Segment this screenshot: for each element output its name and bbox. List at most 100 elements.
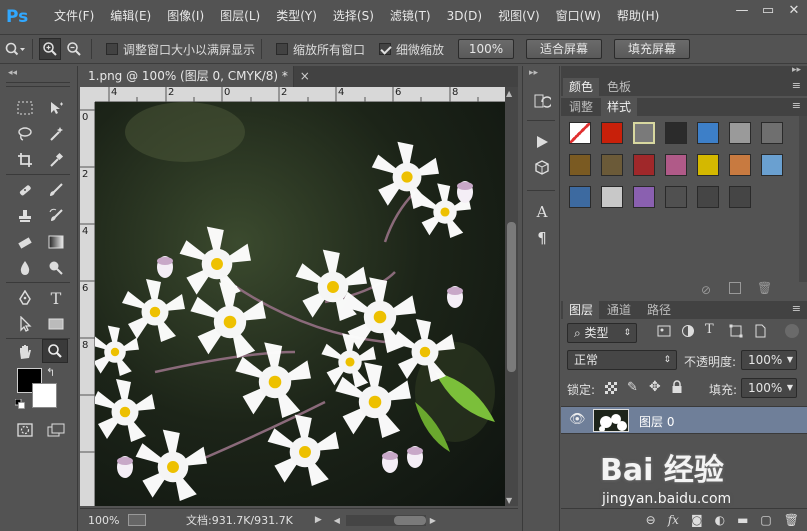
lock-position-icon[interactable]: ✥ [649,379,661,395]
style-swatch[interactable] [697,122,719,144]
crop-tool-icon[interactable] [12,148,38,172]
style-swatch[interactable] [569,122,591,144]
style-swatch[interactable] [761,154,783,176]
collapse-panels-icon[interactable]: ▸▸ [792,65,801,75]
tab-styles[interactable]: 样式 [601,98,638,116]
scrubby-zoom-checkbox[interactable]: 细微缩放 [379,41,444,58]
brush-tool-icon[interactable] [43,178,69,202]
layer-filter-dropdown[interactable]: ⌕ 类型 ⇕ [567,323,637,343]
filter-toggle-icon[interactable] [785,324,799,338]
menu-help[interactable]: 帮助(H) [609,0,667,33]
history-panel-icon[interactable] [531,92,553,112]
style-swatch[interactable] [665,122,687,144]
hscroll-thumb[interactable] [393,515,426,525]
fill-screen-button[interactable]: 填充屏幕 [614,39,691,59]
style-swatch[interactable] [665,154,687,176]
resize-windows-checkbox[interactable]: 调整窗口大小以满屏显示 [106,41,255,58]
tab-adjustments[interactable]: 调整 [563,98,599,116]
character-panel-icon[interactable]: A [531,202,553,222]
background-color-swatch[interactable] [32,383,57,408]
tab-channels[interactable]: 通道 [601,301,637,319]
delete-style-icon[interactable]: 🗑 [757,281,772,295]
vertical-ruler[interactable]: 0 2 4 6 8 [80,102,95,506]
menu-image[interactable]: 图像(I) [159,0,212,33]
swap-colors-icon[interactable]: ↰ [46,366,55,379]
style-swatch[interactable] [633,154,655,176]
menu-select[interactable]: 选择(S) [325,0,382,33]
ruler-origin[interactable] [80,87,95,102]
horizontal-ruler[interactable]: 4 2 0 2 4 6 8 [95,87,505,102]
move-tool-icon[interactable] [43,96,69,120]
eyedropper-icon[interactable] [43,148,69,172]
menu-window[interactable]: 窗口(W) [548,0,609,33]
zoom-tool-icon[interactable] [42,339,68,363]
panel-menu-icon[interactable]: ≡ [792,79,801,92]
panel-menu-icon[interactable]: ≡ [792,302,801,315]
fit-screen-button[interactable]: 适合屏幕 [526,39,603,59]
layer-row[interactable]: 👁 图层 0 [561,406,807,434]
panel-menu-icon[interactable]: ≡ [792,99,801,112]
screen-mode-icon[interactable] [43,418,69,442]
style-swatch[interactable] [729,154,751,176]
pixel-filter-icon[interactable] [657,324,671,338]
fill-input[interactable]: 100% ▼ [741,378,797,398]
opacity-input[interactable]: 100% ▼ [741,350,797,370]
adjustment-filter-icon[interactable] [681,324,695,338]
tab-swatches[interactable]: 色板 [601,78,637,96]
close-tab-icon[interactable]: × [300,69,310,83]
style-swatch[interactable] [569,186,591,208]
path-selection-icon[interactable] [12,312,38,336]
zoom-level[interactable]: 100% [88,514,128,527]
default-colors-icon[interactable] [14,398,25,409]
menu-type[interactable]: 类型(Y) [268,0,325,33]
style-swatch[interactable] [729,186,751,208]
dodge-tool-icon[interactable] [43,256,69,280]
lock-all-icon[interactable] [671,380,683,393]
document-tab[interactable]: 1.png @ 100% (图层 0, CMYK/8) * × [80,66,310,87]
minimize-button[interactable]: — [729,0,755,22]
tab-layers[interactable]: 图层 [563,301,600,319]
actions-panel-icon[interactable] [531,132,553,152]
lock-transparent-icon[interactable] [605,382,617,394]
style-swatch[interactable] [761,122,783,144]
blur-tool-icon[interactable] [12,256,38,280]
magic-wand-icon[interactable] [43,122,69,146]
style-swatch[interactable] [697,154,719,176]
scroll-right-icon[interactable]: ▶ [430,516,436,525]
gradient-tool-icon[interactable] [43,230,69,254]
style-swatch[interactable] [569,154,591,176]
3d-panel-icon[interactable] [531,158,553,178]
layer-name[interactable]: 图层 0 [639,413,674,430]
styles-scrollbar[interactable] [799,116,807,282]
status-menu-icon[interactable]: ▶ [315,515,322,525]
eraser-icon[interactable] [12,230,38,254]
menu-edit[interactable]: 编辑(E) [102,0,159,33]
smart-object-filter-icon[interactable] [753,324,767,338]
menu-3d[interactable]: 3D(D) [439,0,490,33]
spot-healing-icon[interactable] [12,178,38,202]
tab-color[interactable]: 颜色 [563,78,600,96]
paragraph-panel-icon[interactable]: ¶ [531,228,553,248]
blend-mode-dropdown[interactable]: 正常 ⇕ [567,350,677,370]
zoom-all-box[interactable] [276,43,289,55]
close-button[interactable]: ✕ [781,0,807,22]
canvas[interactable] [95,102,505,506]
scroll-down-icon[interactable]: ▼ [506,496,512,505]
style-swatch[interactable] [601,122,623,144]
rectangle-tool-icon[interactable] [43,312,69,336]
hand-tool-icon[interactable] [12,340,38,364]
style-swatch[interactable] [601,154,623,176]
scrubby-zoom-box[interactable] [379,43,392,55]
eye-icon[interactable]: 👁 [569,412,586,427]
clone-stamp-icon[interactable] [12,204,38,228]
style-swatch[interactable] [729,122,751,144]
lock-pixels-icon[interactable]: ✎ [627,380,638,395]
style-swatch[interactable] [633,186,655,208]
zoom-out-icon[interactable] [63,38,85,60]
collapse-toolbar-icon[interactable]: ◂◂ [8,68,17,78]
style-swatch[interactable] [601,186,623,208]
status-info-icon[interactable] [128,514,146,526]
style-swatch[interactable] [697,186,719,208]
quick-mask-icon[interactable] [12,418,38,442]
menu-file[interactable]: 文件(F) [46,0,102,33]
